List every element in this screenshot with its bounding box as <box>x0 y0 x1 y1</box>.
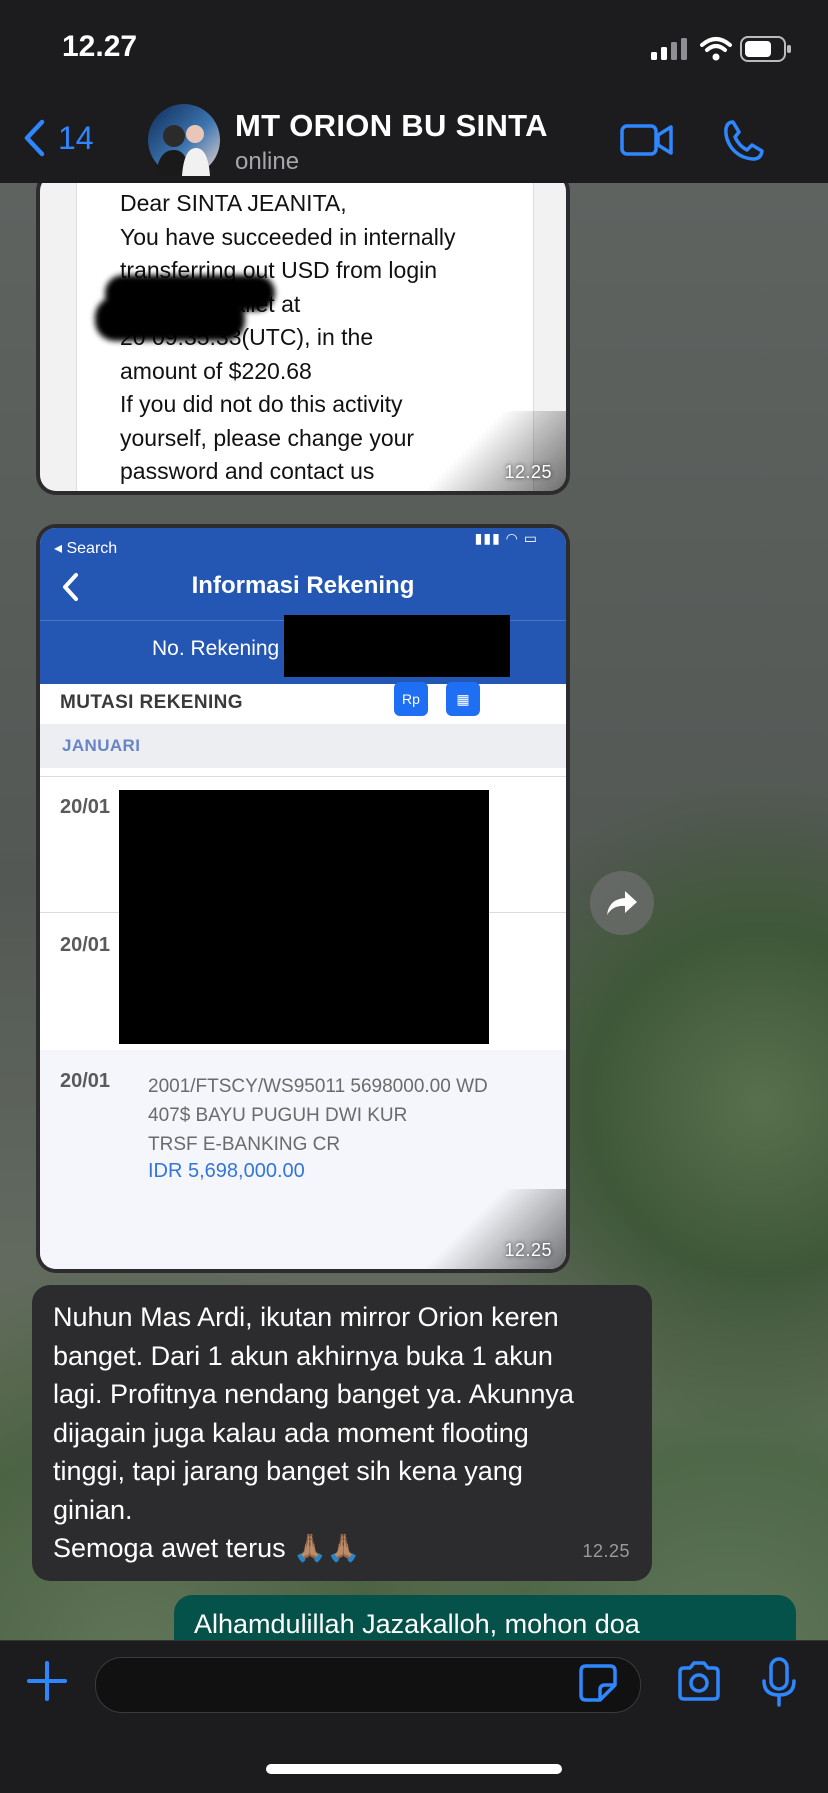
status-time: 12.27 <box>62 30 138 63</box>
message-time: 12.25 <box>504 462 552 482</box>
message-time: 12.25 <box>504 1240 552 1260</box>
image-message-email[interactable]: Dear SINTA JEANITA, You have succeeded i… <box>36 183 570 495</box>
account-number-row: No. Rekening <box>40 615 566 681</box>
contact-name[interactable]: MT ORION BU SINTA <box>235 108 548 144</box>
account-number-label: No. Rekening <box>152 637 280 660</box>
search-back-link: ◂ Search <box>54 540 118 557</box>
phone-icon[interactable] <box>722 118 766 162</box>
calendar-icon: ▦ <box>446 682 480 716</box>
battery-icon <box>740 36 791 62</box>
mini-status-icons: ▮▮▮ ◠ ▭ <box>474 530 538 546</box>
incoming-message[interactable]: Nuhun Mas Ardi, ikutan mirror Orion kere… <box>32 1285 652 1581</box>
month-band: JANUARI <box>40 724 566 768</box>
redaction-block <box>284 615 510 677</box>
bank-app-header: ◂ Search ▮▮▮ ◠ ▭ Informasi Rekening No. … <box>40 528 566 684</box>
redaction-mark <box>95 297 245 341</box>
unread-count: 14 <box>58 119 94 156</box>
sticker-icon[interactable] <box>578 1663 618 1703</box>
desc-line: 2001/FTSCY/WS95011 5698000.00 WD <box>148 1076 488 1097</box>
plus-icon[interactable] <box>25 1659 69 1703</box>
image-message-bank[interactable]: ◂ Search ▮▮▮ ◠ ▭ Informasi Rekening No. … <box>36 524 570 1273</box>
home-indicator[interactable] <box>266 1764 562 1774</box>
message-text: Alhamdulillah Jazakalloh, mohon doa <box>194 1609 640 1639</box>
status-bar: 12.27 <box>0 0 828 100</box>
month-label: JANUARI <box>62 736 141 755</box>
message-text: Nuhun Mas Ardi, ikutan mirror Orion kere… <box>53 1302 574 1563</box>
signal-icon <box>651 38 687 60</box>
statement-icon: Rp <box>394 682 428 716</box>
message-time: 12.25 <box>582 1541 630 1561</box>
outgoing-message[interactable]: Alhamdulillah Jazakalloh, mohon doa <box>174 1595 796 1640</box>
message-input[interactable] <box>95 1657 641 1713</box>
bank-screenshot: ◂ Search ▮▮▮ ◠ ▭ Informasi Rekening No. … <box>40 528 566 1269</box>
chat-header: 14 MT ORION BU SINTA online <box>0 100 828 184</box>
contact-avatar[interactable] <box>148 104 220 176</box>
forward-icon <box>607 891 637 915</box>
email-screenshot: Dear SINTA JEANITA, You have succeeded i… <box>40 183 566 491</box>
avatar-photo <box>156 125 210 176</box>
redaction-block <box>119 790 489 1044</box>
transaction-date: 20/01 <box>60 1070 111 1092</box>
transaction-date: 20/01 <box>60 796 111 818</box>
transaction-date: 20/01 <box>60 934 111 956</box>
chat-area[interactable]: Dear SINTA JEANITA, You have succeeded i… <box>0 183 828 1640</box>
transaction-amount: IDR 5,698,000.00 <box>148 1160 305 1182</box>
divider <box>40 776 566 777</box>
forward-button[interactable] <box>590 871 654 935</box>
contact-status: online <box>235 148 300 175</box>
video-call-icon[interactable] <box>620 120 674 160</box>
wifi-icon <box>700 37 732 61</box>
desc-line: TRSF E-BANKING CR <box>148 1134 341 1155</box>
mutasi-label: MUTASI REKENING <box>60 692 243 713</box>
back-button[interactable]: 14 <box>22 118 94 158</box>
desc-line: 407$ BAYU PUGUH DWI KUR <box>148 1105 408 1126</box>
microphone-icon[interactable] <box>759 1657 799 1709</box>
chevron-left-icon <box>24 119 45 157</box>
camera-icon[interactable] <box>676 1661 722 1701</box>
transaction-description: 2001/FTSCY/WS95011 5698000.00 WD 407$ BA… <box>148 1072 528 1159</box>
bank-page-title: Informasi Rekening <box>191 572 415 599</box>
